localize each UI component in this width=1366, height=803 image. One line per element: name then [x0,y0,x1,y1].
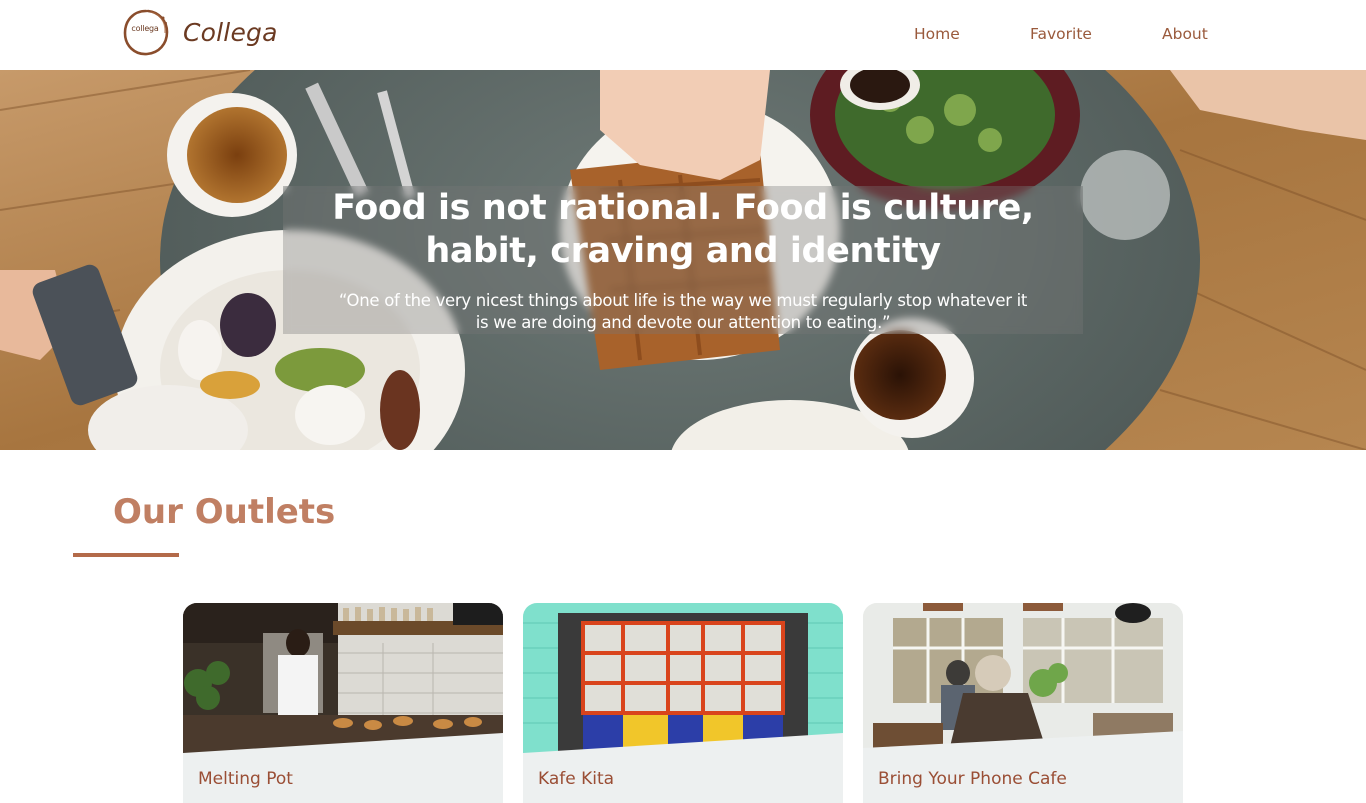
hero-quote-line-1: “One of the very nicest things about lif… [338,291,1028,310]
nav-favorite-link[interactable]: Favorite [1030,25,1092,43]
outlet-card-title[interactable]: Melting Pot [198,769,293,789]
outlet-card-title[interactable]: Kafe Kita [538,769,614,789]
hero-quote: “One of the very nicest things about lif… [300,290,1066,334]
outlets-heading-underline [73,553,179,557]
outlet-card-bring-your-phone-cafe[interactable]: Bring Your Phone Cafe [863,603,1183,803]
nav-about-link[interactable]: About [1162,25,1208,43]
hero-title-line-2: habit, craving and identity [425,231,941,271]
logo-text: collega [131,24,159,33]
navbar: collega Collega Home Favorite About [0,0,1366,70]
brand-name[interactable]: Collega [183,18,278,47]
cafe-kitchen-photo[interactable] [183,603,503,755]
storefront-image [523,603,843,755]
cafe-interior-photo[interactable] [863,603,1183,755]
nav-home-link[interactable]: Home [914,25,960,43]
outlet-card-kafe-kita[interactable]: Kafe Kita [523,603,843,803]
cafe-kitchen-image [183,603,503,755]
outlets-heading: Our Outlets [113,492,336,532]
hero-quote-line-2: is we are doing and devote our attention… [475,313,891,332]
brand[interactable]: collega Collega [121,6,278,58]
outlet-card-melting-pot[interactable]: Melting Pot [183,603,503,803]
collega-logo[interactable]: collega [121,6,171,58]
hero-title-line-1: Food is not rational. Food is culture, [332,188,1034,228]
hero-banner: Food is not rational. Food is culture, h… [0,70,1366,450]
hero-title: Food is not rational. Food is culture, h… [283,187,1083,273]
cafe-interior-image [863,603,1183,755]
outlet-card-title[interactable]: Bring Your Phone Cafe [878,769,1067,789]
storefront-photo[interactable] [523,603,843,755]
